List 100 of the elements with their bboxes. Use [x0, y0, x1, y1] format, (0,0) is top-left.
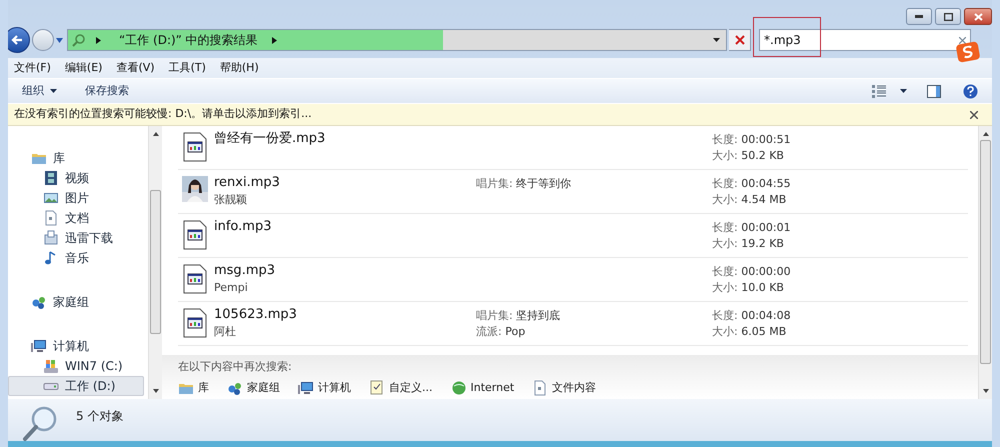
audio-file-icon	[183, 308, 207, 338]
search-location-button[interactable]: Internet	[450, 380, 514, 396]
scroll-down-icon[interactable]	[982, 387, 990, 395]
sidebar-label: 音乐	[65, 250, 89, 267]
menu-item[interactable]: 查看(V)	[116, 60, 155, 76]
sidebar-item[interactable]: 工作 (D:)	[8, 376, 144, 396]
artist-text: Pempi	[214, 280, 249, 296]
file-name: 曾经有一份爱.mp3	[214, 130, 326, 148]
dropdown-arrow-icon[interactable]	[713, 38, 720, 42]
length-text: 长度: 00:00:00	[712, 264, 791, 280]
view-list-icon[interactable]	[872, 84, 886, 98]
search-icon	[72, 33, 86, 47]
result-row[interactable]: info.mp3 长度: 00:00:01 大小: 19.2 KB	[178, 214, 968, 258]
search-location-button[interactable]: 库	[178, 380, 209, 396]
scroll-up-icon[interactable]	[152, 130, 160, 138]
menu-item[interactable]: 工具(T)	[168, 60, 206, 76]
sidebar-item[interactable]: 文档	[8, 208, 148, 228]
result-row[interactable]: 105623.mp3 阿杜 唱片集: 坚持到底 流派: Pop 长度: 00:04:08 大小: 6.05 MB	[178, 302, 968, 346]
close-icon	[974, 12, 982, 20]
info-bar[interactable]: 在没有索引的位置搜索可能较慢: D:\。请单击以添加到索引...	[8, 104, 992, 126]
sidebar-label: 库	[53, 150, 65, 167]
size-text: 大小: 10.0 KB	[712, 280, 785, 296]
scroll-thumb[interactable]	[150, 190, 161, 334]
audio-file-icon	[183, 264, 207, 294]
menu-item[interactable]: 帮助(H)	[220, 60, 259, 76]
scrollbar[interactable]	[978, 126, 992, 399]
clear-icon[interactable]	[959, 36, 966, 44]
minimize-button[interactable]	[906, 8, 932, 25]
drive-icon	[43, 358, 59, 374]
scroll-up-icon[interactable]	[982, 130, 990, 138]
file-name: 105623.mp3	[214, 306, 298, 324]
size-text: 大小: 4.54 MB	[712, 192, 788, 208]
sidebar-label: WIN7 (C:)	[65, 358, 123, 375]
detail-text: 唱片集: 坚持到底	[476, 308, 562, 324]
sidebar-item[interactable]: 家庭组	[8, 292, 148, 312]
breadcrumb-arrow-icon[interactable]	[96, 36, 101, 44]
search-input[interactable]: *.mp3	[764, 31, 959, 49]
sidebar-item[interactable]: 库	[8, 148, 148, 168]
sidebar-item[interactable]: 计算机	[8, 336, 148, 356]
document-icon	[532, 380, 548, 396]
sidebar-label: 家庭组	[53, 294, 89, 311]
scroll-thumb[interactable]	[980, 140, 991, 364]
toolbar-button[interactable]: 保存搜索	[77, 80, 137, 102]
breadcrumb-text[interactable]: “工作 (D:)” 中的搜索结果	[119, 31, 258, 49]
artist-text: 阿杜	[214, 324, 237, 340]
result-row[interactable]: renxi.mp3 张靓颖 唱片集: 终于等到你 长度: 00:04:55 大小: 4.54 MB	[178, 170, 968, 214]
sidebar-item[interactable]: 迅雷下载	[8, 228, 148, 248]
computer-icon	[298, 380, 314, 396]
search-location-button[interactable]: 计算机	[298, 380, 351, 396]
preview-pane-icon[interactable]	[927, 84, 941, 98]
detail-text: 唱片集: 终于等到你	[476, 176, 572, 192]
length-text: 长度: 00:04:08	[712, 308, 791, 324]
length-text: 长度: 00:04:55	[712, 176, 791, 192]
breadcrumb-arrow-icon[interactable]	[272, 36, 277, 44]
sidebar-label: 图片	[65, 190, 89, 207]
search-location-button[interactable]: 家庭组	[227, 380, 280, 396]
stop-button[interactable]	[729, 29, 751, 51]
stop-icon	[734, 35, 744, 45]
drive-icon	[43, 382, 59, 390]
info-text: 在没有索引的位置搜索可能较慢: D:\。请单击以添加到索引...	[14, 106, 312, 122]
highlight-frame	[753, 17, 821, 57]
audio-file-icon	[183, 132, 207, 162]
scrollbar[interactable]	[148, 126, 162, 399]
menu-item[interactable]: 编辑(E)	[64, 60, 102, 76]
search-location-button[interactable]: 自定义...	[369, 380, 432, 396]
restore-icon	[944, 12, 952, 20]
back-button[interactable]	[8, 27, 30, 53]
artist-text: 张靓颖	[214, 192, 248, 208]
scroll-down-icon[interactable]	[152, 387, 160, 395]
menu-item[interactable]: 文件(F)	[14, 60, 51, 76]
file-name: renxi.mp3	[214, 174, 281, 192]
sidebar-label: 视频	[65, 170, 89, 187]
file-name: msg.mp3	[214, 262, 276, 280]
search-location-button[interactable]: 文件内容	[532, 380, 596, 396]
close-icon[interactable]	[970, 110, 978, 118]
sidebar-label: 文档	[65, 210, 89, 227]
length-text: 长度: 00:00:51	[712, 132, 791, 148]
length-text: 长度: 00:00:01	[712, 220, 791, 236]
status-text: 5 个对象	[76, 408, 124, 425]
address-bar[interactable]: “工作 (D:)” 中的搜索结果	[67, 29, 727, 51]
size-text: 大小: 6.05 MB	[712, 324, 788, 340]
checklist-icon	[369, 380, 385, 396]
sidebar-label: 迅雷下载	[65, 230, 113, 247]
close-button[interactable]	[964, 8, 992, 25]
result-row[interactable]: msg.mp3 Pempi 长度: 00:00:00 大小: 10.0 KB	[178, 258, 968, 302]
help-icon[interactable]	[963, 84, 978, 98]
history-dropdown-icon[interactable]	[56, 38, 63, 42]
sidebar-item[interactable]: 图片	[8, 188, 148, 208]
caret-icon[interactable]	[900, 89, 907, 93]
audio-file-icon	[183, 220, 207, 250]
detail-text: 流派: Pop	[476, 324, 526, 340]
maximize-button[interactable]	[935, 8, 961, 25]
toolbar-button[interactable]: 组织	[14, 80, 65, 102]
sidebar-item[interactable]: 音乐	[8, 248, 148, 268]
size-text: 大小: 19.2 KB	[712, 236, 785, 252]
sidebar-item[interactable]: WIN7 (C:)	[8, 356, 148, 376]
result-row[interactable]: 曾经有一份爱.mp3 长度: 00:00:51 大小: 50.2 KB	[178, 126, 968, 170]
search-field[interactable]: *.mp3	[759, 29, 971, 51]
sidebar-item[interactable]: 视频	[8, 168, 148, 188]
film-icon	[43, 170, 59, 186]
